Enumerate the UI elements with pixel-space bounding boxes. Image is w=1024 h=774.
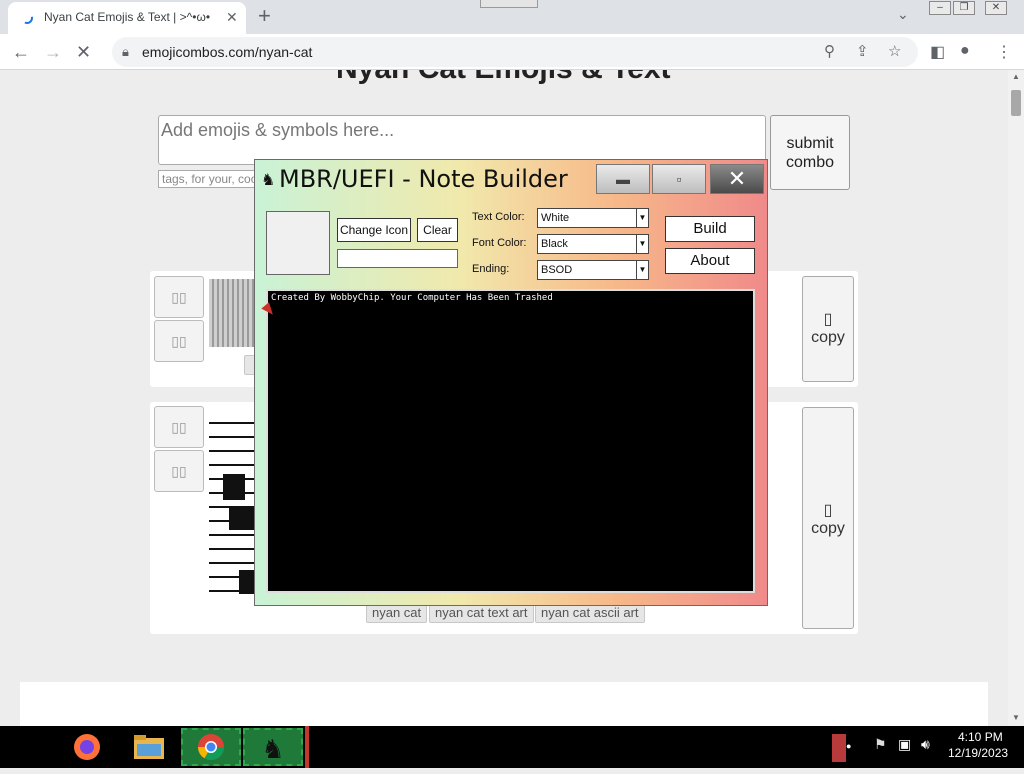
share-button[interactable]: ▯▯	[154, 320, 204, 362]
clear-button[interactable]: Clear	[417, 218, 458, 242]
copy-icon: ▯	[823, 502, 833, 519]
browser-toolbar: ← → ✕ 🔒︎ emojicombos.com/nyan-cat ⚲ ⇪ ☆ …	[0, 34, 1024, 70]
new-tab-button[interactable]: +	[258, 3, 271, 29]
chrome-icon[interactable]	[181, 728, 241, 766]
tab-search-chevron-icon[interactable]: ⌄	[897, 6, 909, 23]
menu-kebab-icon[interactable]: ⋮	[996, 42, 1012, 62]
taskbar-divider	[305, 726, 309, 768]
build-button[interactable]: Build	[665, 216, 755, 242]
font-color-label: Font Color:	[472, 237, 527, 249]
tray-dot-icon: ●	[846, 741, 852, 751]
tags-input[interactable]: tags, for your, coo	[158, 170, 268, 188]
flag-icon[interactable]: ⚑	[874, 736, 887, 753]
dropdown-arrow-icon[interactable]: ▼	[636, 261, 648, 279]
favorite-button[interactable]: ▯▯	[154, 406, 204, 448]
text-color-label: Text Color:	[472, 211, 525, 223]
note-builder-titlebar[interactable]: ♞ MBR/UEFI - Note Builder ▬ ▫ ✕	[255, 160, 767, 198]
scroll-down-icon[interactable]: ▼	[1012, 713, 1020, 722]
icon-preview	[266, 211, 330, 275]
text-color-select[interactable]: White ▼	[537, 208, 649, 228]
copy-icon: ▯	[823, 311, 833, 328]
side-panel-icon[interactable]: ◧	[930, 42, 945, 62]
back-arrow-icon[interactable]: ←	[12, 42, 30, 63]
close-window-button[interactable]: ✕	[985, 1, 1007, 15]
tag-button[interactable]: nyan cat text art	[429, 603, 534, 623]
minimize-button[interactable]: ‒	[929, 1, 951, 15]
dropdown-arrow-icon[interactable]: ▼	[636, 235, 648, 253]
url-text[interactable]: emojicombos.com/nyan-cat	[142, 44, 312, 60]
dropdown-arrow-icon[interactable]: ▼	[636, 209, 648, 227]
loading-spinner-icon	[21, 12, 33, 24]
ascii-art-preview	[209, 410, 255, 596]
maximize-button[interactable]: ▫	[652, 164, 706, 194]
stop-loading-icon[interactable]: ✕	[76, 42, 91, 63]
tab-strip: Nyan Cat Emojis & Text | >^•ω• ✕ + ⌄ ‒ ❐…	[0, 0, 1024, 34]
content-card	[20, 682, 988, 726]
tag-button[interactable]: nyan cat	[366, 603, 428, 623]
ending-label: Ending:	[472, 263, 510, 275]
tag-button[interactable]: nyan cat ascii art	[535, 603, 645, 623]
tray-item[interactable]	[832, 734, 846, 762]
share-button[interactable]: ▯▯	[154, 450, 204, 492]
copy-label: copy	[811, 520, 845, 537]
ending-value: BSOD	[541, 264, 573, 276]
file-explorer-icon[interactable]	[119, 728, 179, 766]
favorite-button[interactable]: ▯▯	[154, 276, 204, 318]
note-text-area[interactable]: Created By WobbyChip. Your Computer Has …	[266, 289, 755, 593]
share-icon[interactable]: ⇪	[856, 42, 869, 60]
copy-button[interactable]: ▯ copy	[802, 276, 854, 382]
ending-select[interactable]: BSOD ▼	[537, 260, 649, 280]
submit-combo-button[interactable]: submit combo	[770, 115, 850, 190]
emoji-input[interactable]: Add emojis & symbols here...	[158, 115, 766, 165]
close-button[interactable]: ✕	[710, 164, 764, 194]
text-color-value: White	[541, 212, 570, 224]
scroll-thumb[interactable]	[1011, 90, 1021, 116]
note-builder-window: ♞ MBR/UEFI - Note Builder ▬ ▫ ✕ Change I…	[254, 159, 768, 606]
clock-time[interactable]: 4:10 PM	[958, 730, 1003, 744]
page-scrollbar[interactable]: ▲ ▼	[1008, 70, 1024, 726]
copy-label: copy	[811, 329, 845, 346]
icon-path-field[interactable]	[337, 249, 458, 268]
page-title: Nyan Cat Emojis & Text	[336, 70, 671, 86]
restore-button[interactable]: ❐	[953, 1, 975, 15]
search-icon[interactable]: ⚲	[824, 42, 835, 60]
copy-button[interactable]: ▯ copy	[802, 407, 854, 629]
minimize-button[interactable]: ▬	[596, 164, 650, 194]
browser-tab[interactable]: Nyan Cat Emojis & Text | >^•ω• ✕	[8, 2, 246, 34]
clock-date[interactable]: 12/19/2023	[948, 746, 1008, 760]
taskbar: 🎅︎ ♞ ● ⚑ ▣ 🔊︎ 4:10 PM 12/19/2023	[0, 726, 1024, 768]
change-icon-button[interactable]: Change Icon	[337, 218, 411, 242]
address-bar[interactable]: 🔒︎ emojicombos.com/nyan-cat ⚲ ⇪ ☆	[112, 37, 918, 67]
firefox-icon[interactable]	[57, 728, 117, 766]
tab-close-icon[interactable]: ✕	[226, 9, 238, 26]
window-title: MBR/UEFI - Note Builder	[279, 165, 568, 193]
network-icon[interactable]: ▣	[898, 736, 911, 753]
font-color-select[interactable]: Black ▼	[537, 234, 649, 254]
app-icon: ♞	[261, 172, 276, 189]
window-drag-handle	[480, 0, 538, 8]
volume-icon[interactable]: 🔊︎	[921, 736, 930, 753]
scroll-up-icon[interactable]: ▲	[1012, 72, 1020, 81]
about-button[interactable]: About	[665, 248, 755, 274]
tab-title: Nyan Cat Emojis & Text | >^•ω•	[44, 10, 211, 24]
profile-avatar-icon[interactable]: ●	[960, 42, 970, 60]
forward-arrow-icon[interactable]: →	[44, 42, 62, 63]
start-santa-icon[interactable]: 🎅︎	[0, 728, 60, 766]
font-color-value: Black	[541, 238, 568, 250]
note-builder-taskbar-icon[interactable]: ♞	[243, 728, 303, 766]
lock-icon[interactable]: 🔒︎	[122, 44, 129, 60]
ascii-art-preview	[209, 279, 255, 347]
bookmark-star-icon[interactable]: ☆	[888, 42, 901, 60]
